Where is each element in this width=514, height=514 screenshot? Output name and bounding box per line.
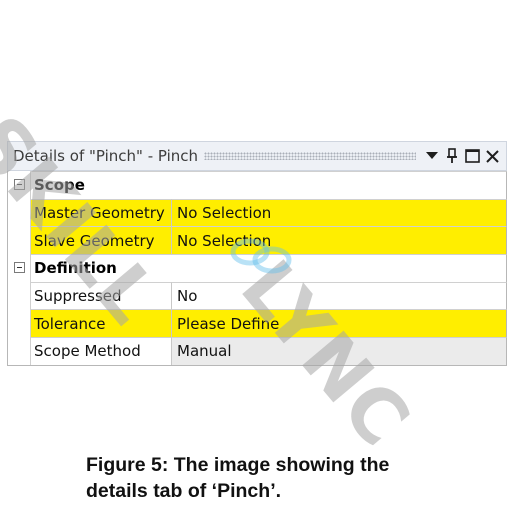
caption-line: details tab of ‘Pinch’. <box>86 480 282 502</box>
property-value-field[interactable]: No <box>172 281 507 310</box>
group-header-scope: Scope <box>8 171 507 199</box>
group-header-definition: Definition <box>8 254 507 282</box>
gutter <box>8 254 30 282</box>
pin-icon[interactable] <box>442 145 462 167</box>
property-row-slave-geometry[interactable]: Slave Geometry No Selection <box>8 226 507 255</box>
group-label: Scope <box>30 171 507 199</box>
property-value-field[interactable]: No Selection <box>172 198 507 227</box>
square-icon[interactable] <box>462 145 482 167</box>
property-label: Suppressed <box>30 281 172 310</box>
triangle-down-icon[interactable] <box>422 145 442 167</box>
gutter <box>8 226 30 255</box>
property-value-field[interactable]: Please Define <box>172 309 507 338</box>
gutter <box>8 198 30 227</box>
property-label: Tolerance <box>30 309 172 338</box>
details-panel-titlebar: Details of "Pinch" - Pinch <box>7 141 507 171</box>
gutter <box>8 337 30 365</box>
property-label: Master Geometry <box>30 198 172 227</box>
gutter <box>8 309 30 338</box>
details-panel: Details of "Pinch" - Pinch Scope Master … <box>7 141 507 366</box>
panel-title: Details of "Pinch" - Pinch <box>13 147 199 165</box>
caption-line: Figure 5: The image showing the <box>86 454 390 476</box>
property-label: Scope Method <box>30 337 172 365</box>
gutter <box>8 281 30 310</box>
details-grid: Scope Master Geometry No Selection Slave… <box>7 171 507 366</box>
property-value-field[interactable]: No Selection <box>172 226 507 255</box>
property-value-field[interactable]: Manual <box>172 337 507 365</box>
group-label: Definition <box>30 254 507 282</box>
collapse-icon[interactable] <box>13 262 25 274</box>
property-label: Slave Geometry <box>30 226 172 255</box>
property-row-suppressed[interactable]: Suppressed No <box>8 281 507 310</box>
figure-caption: Figure 5: The image showing the details … <box>86 452 486 504</box>
collapse-icon[interactable] <box>13 179 25 191</box>
drag-grip[interactable] <box>204 152 416 160</box>
property-row-scope-method[interactable]: Scope Method Manual <box>8 337 507 365</box>
property-row-tolerance[interactable]: Tolerance Please Define <box>8 309 507 338</box>
close-icon[interactable] <box>482 145 502 167</box>
property-row-master-geometry[interactable]: Master Geometry No Selection <box>8 198 507 227</box>
gutter <box>8 171 30 199</box>
